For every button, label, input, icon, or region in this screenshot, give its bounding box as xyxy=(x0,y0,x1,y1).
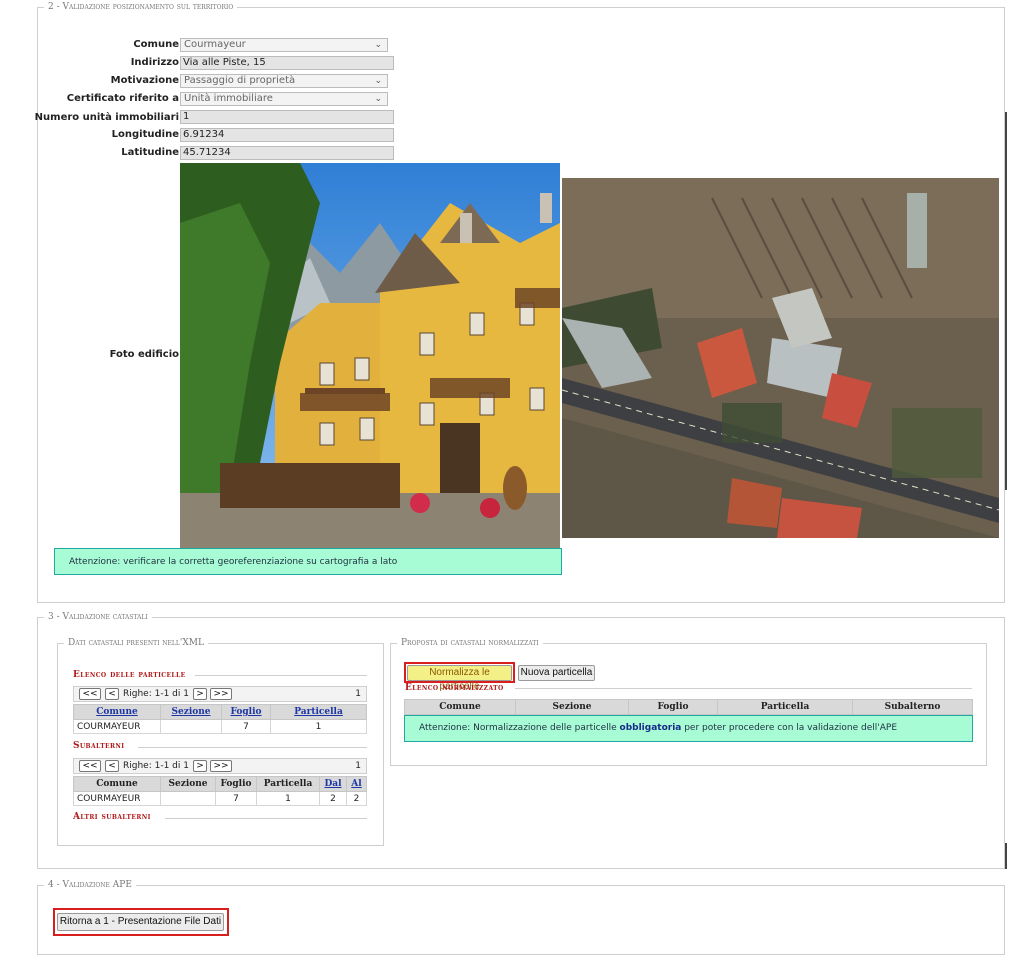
aerial-map[interactable] xyxy=(562,178,999,538)
cell-comune: COURMAYEUR xyxy=(73,791,161,806)
col-particella: Particella xyxy=(256,776,320,792)
field-labels: Comune Indirizzo Motivazione Certificato… xyxy=(0,0,179,400)
col-foglio[interactable]: Foglio xyxy=(221,704,271,720)
cell-particella: 1 xyxy=(256,791,320,806)
latitudine-input[interactable]: 45.71234 xyxy=(180,146,394,160)
comune-label: Comune xyxy=(133,39,179,50)
pager-next-button[interactable]: > xyxy=(193,760,207,772)
comune-value: Courmayeur xyxy=(184,39,246,50)
indirizzo-label: Indirizzo xyxy=(130,57,179,68)
table-row: COURMAYEUR 7 1 2 2 xyxy=(73,791,367,806)
col-foglio: Foglio xyxy=(628,699,718,715)
pager-info: Righe: 1-1 di 1 xyxy=(123,689,189,699)
notice-text-post: per poter procedere con la validazione d… xyxy=(681,723,898,733)
numero-unita-input[interactable]: 1 xyxy=(180,110,394,124)
col-particella[interactable]: Particella xyxy=(270,704,367,720)
motivazione-value: Passaggio di proprietà xyxy=(184,75,296,86)
cell-sezione xyxy=(160,791,216,806)
motivazione-select[interactable]: Passaggio di proprietà ⌄ xyxy=(180,74,388,88)
certificato-label: Certificato riferito a xyxy=(66,93,179,104)
building-photo xyxy=(180,163,560,548)
foto-edificio-label: Foto edificio xyxy=(109,349,179,360)
pager-count: 1 xyxy=(355,761,361,771)
normalizzazione-notice: Attenzione: Normalizzazione delle partic… xyxy=(404,715,973,742)
normalizza-particelle-button[interactable]: Normalizza le particelle xyxy=(407,665,512,692)
numero-unita-label: Numero unità immobiliari xyxy=(34,112,179,123)
chevron-down-icon: ⌄ xyxy=(374,76,382,86)
subalterni-title: Subalterni xyxy=(73,741,125,751)
subalterni-pager: << < Righe: 1-1 di 1 > >> 1 xyxy=(73,758,367,774)
pager-first-button[interactable]: << xyxy=(79,688,101,700)
col-sezione: Sezione xyxy=(515,699,629,715)
certificato-value: Unità immobiliare xyxy=(184,93,273,104)
comune-select[interactable]: Courmayeur ⌄ xyxy=(180,38,388,52)
normalizzato-table: Comune Sezione Foglio Particella Subalte… xyxy=(404,699,973,715)
elenco-particelle-rule xyxy=(195,675,367,676)
longitudine-label: Longitudine xyxy=(111,129,179,140)
georeferenziazione-notice: Attenzione: verificare la corretta geore… xyxy=(54,548,562,575)
pager-prev-button[interactable]: < xyxy=(105,688,119,700)
pager-count: 1 xyxy=(355,689,361,699)
ritorna-presentazione-button[interactable]: Ritorna a 1 - Presentazione File Dati xyxy=(57,913,224,931)
section-4-legend: 4 - Validazione APE xyxy=(48,880,132,890)
particelle-pager: << < Righe: 1-1 di 1 > >> 1 xyxy=(73,686,367,702)
indirizzo-input[interactable]: Via alle Piste, 15 xyxy=(180,56,394,70)
col-particella: Particella xyxy=(717,699,853,715)
cell-foglio: 7 xyxy=(221,719,271,734)
nuova-particella-button[interactable]: Nuova particella xyxy=(518,665,595,681)
col-al[interactable]: Al xyxy=(346,776,367,792)
col-comune: Comune xyxy=(404,699,516,715)
table-row: COURMAYEUR 7 1 xyxy=(73,719,367,734)
chevron-down-icon: ⌄ xyxy=(374,40,382,50)
chevron-down-icon: ⌄ xyxy=(374,94,382,104)
cell-particella: 1 xyxy=(270,719,367,734)
pager-info: Righe: 1-1 di 1 xyxy=(123,761,189,771)
pager-last-button[interactable]: >> xyxy=(210,760,232,772)
col-subalterno: Subalterno xyxy=(852,699,973,715)
elenco-normalizzato-title: Elenco normalizzato xyxy=(405,683,504,693)
notice-text-bold: obbligatoria xyxy=(619,723,682,733)
cell-comune: COURMAYEUR xyxy=(73,719,161,734)
longitudine-input[interactable]: 6.91234 xyxy=(180,128,394,142)
elenco-particelle-title: Elenco delle particelle xyxy=(73,670,186,680)
col-sezione[interactable]: Sezione xyxy=(160,704,222,720)
pager-last-button[interactable]: >> xyxy=(210,688,232,700)
col-comune[interactable]: Comune xyxy=(73,704,161,720)
building-photo-drawing xyxy=(180,163,560,548)
aerial-map-drawing xyxy=(562,178,999,538)
cell-al: 2 xyxy=(346,791,367,806)
dati-xml-legend: Dati catastali presenti nell'XML xyxy=(68,638,204,648)
col-foglio: Foglio xyxy=(215,776,257,792)
cell-foglio: 7 xyxy=(215,791,257,806)
elenco-normalizzato-rule xyxy=(515,688,972,689)
notice-text-pre: Attenzione: Normalizzazione delle partic… xyxy=(419,723,620,733)
col-sezione: Sezione xyxy=(160,776,216,792)
subalterni-table: Comune Sezione Foglio Particella Dal Al … xyxy=(73,776,367,806)
altri-subalterni-title: Altri subalterni xyxy=(73,812,151,822)
pager-prev-button[interactable]: < xyxy=(105,760,119,772)
col-dal[interactable]: Dal xyxy=(319,776,347,792)
cell-sezione xyxy=(160,719,222,734)
scrollbar-track[interactable] xyxy=(1005,112,1007,490)
pager-next-button[interactable]: > xyxy=(193,688,207,700)
proposta-legend: Proposta di catastali normalizzati xyxy=(401,638,539,648)
latitudine-label: Latitudine xyxy=(121,147,179,158)
section-3-legend: 3 - Validazione catastali xyxy=(48,612,148,622)
cell-dal: 2 xyxy=(319,791,347,806)
col-comune: Comune xyxy=(73,776,161,792)
pager-first-button[interactable]: << xyxy=(79,760,101,772)
subalterni-rule xyxy=(138,747,367,748)
particelle-table: Comune Sezione Foglio Particella COURMAY… xyxy=(73,704,367,734)
motivazione-label: Motivazione xyxy=(110,75,179,86)
scrollbar-mark xyxy=(1005,843,1007,869)
altri-subalterni-rule xyxy=(165,818,367,819)
certificato-select[interactable]: Unità immobiliare ⌄ xyxy=(180,92,388,106)
